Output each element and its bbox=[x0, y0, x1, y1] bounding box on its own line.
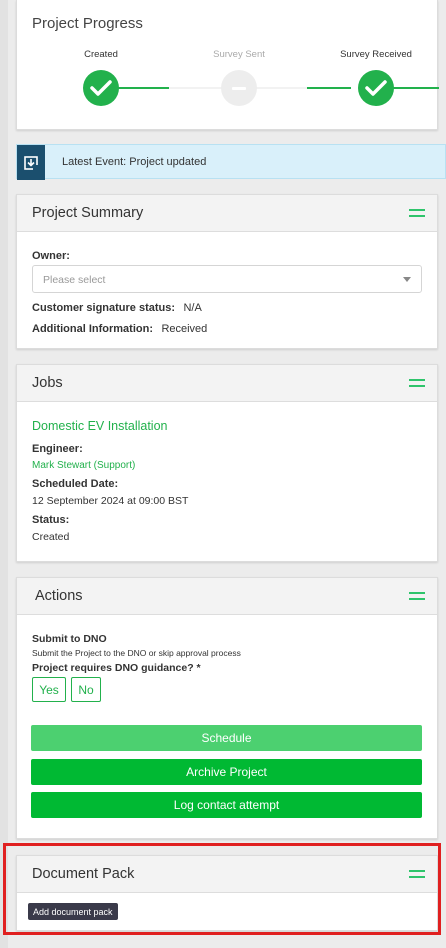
engineer-label: Engineer: bbox=[32, 443, 83, 455]
left-sidebar-strip bbox=[0, 0, 8, 948]
owner-select-placeholder: Please select bbox=[43, 274, 106, 286]
engineer-link[interactable]: Mark Stewart (Support) bbox=[32, 460, 135, 471]
add-document-pack-button[interactable]: Add document pack bbox=[28, 903, 118, 920]
step-label-survey-sent: Survey Sent bbox=[213, 49, 265, 60]
document-pack-panel: Document Pack Add document pack bbox=[16, 855, 438, 931]
collapse-icon[interactable] bbox=[409, 209, 425, 217]
additional-info-value: Received bbox=[161, 323, 208, 335]
dno-description: Submit the Project to the DNO or skip ap… bbox=[32, 648, 241, 658]
step-label-survey-received: Survey Received bbox=[340, 49, 412, 60]
step-created-circle bbox=[83, 70, 119, 106]
actions-header: Actions bbox=[17, 578, 437, 615]
log-contact-attempt-button[interactable]: Log contact attempt bbox=[31, 792, 422, 818]
minus-icon bbox=[232, 86, 246, 90]
archive-project-button[interactable]: Archive Project bbox=[31, 759, 422, 785]
signature-status-value: N/A bbox=[183, 302, 202, 314]
step-survey-received-circle bbox=[358, 70, 394, 106]
step-survey-sent-circle bbox=[221, 70, 257, 106]
dno-title: Submit to DNO bbox=[32, 633, 107, 645]
latest-event-bar: Latest Event: Project updated bbox=[16, 144, 446, 180]
latest-event-text: Latest Event: Project updated bbox=[62, 156, 207, 168]
project-summary-header: Project Summary bbox=[17, 195, 437, 232]
schedule-button[interactable]: Schedule bbox=[31, 725, 422, 751]
collapse-icon[interactable] bbox=[409, 379, 425, 387]
jobs-title: Jobs bbox=[32, 375, 63, 391]
progress-line bbox=[307, 87, 351, 89]
owner-label: Owner: bbox=[32, 250, 70, 262]
project-summary-panel: Project Summary Owner: Please select Cus… bbox=[16, 194, 438, 349]
additional-info-label: Additional Information: bbox=[32, 323, 153, 335]
status-label: Status: bbox=[32, 514, 70, 526]
scheduled-date-label: Scheduled Date: bbox=[32, 478, 119, 490]
document-pack-title: Document Pack bbox=[32, 866, 135, 882]
check-icon bbox=[90, 80, 112, 96]
document-pack-header: Document Pack bbox=[17, 856, 437, 893]
job-name-link[interactable]: Domestic EV Installation bbox=[32, 419, 167, 433]
owner-select[interactable]: Please select bbox=[32, 265, 422, 293]
progress-line bbox=[115, 87, 169, 89]
status-value: Created bbox=[32, 531, 70, 543]
dno-question: Project requires DNO guidance? * bbox=[32, 662, 201, 674]
step-label-created: Created bbox=[84, 49, 118, 60]
signature-status-row: Customer signature status: N/A bbox=[32, 298, 202, 316]
jobs-panel: Jobs Domestic EV Installation Engineer: … bbox=[16, 364, 438, 562]
yes-button[interactable]: Yes bbox=[32, 677, 66, 702]
project-summary-title: Project Summary bbox=[32, 205, 144, 221]
jobs-header: Jobs bbox=[17, 365, 437, 402]
scheduled-date-value: 12 September 2024 at 09:00 BST bbox=[32, 495, 189, 507]
check-icon bbox=[365, 80, 387, 96]
progress-title: Project Progress bbox=[32, 15, 143, 32]
signature-status-label: Customer signature status: bbox=[32, 302, 176, 314]
event-download-icon bbox=[17, 145, 45, 180]
project-progress-panel: Project Progress Created Survey Sent Sur… bbox=[16, 0, 439, 130]
collapse-icon[interactable] bbox=[409, 592, 425, 600]
actions-panel: Actions Submit to DNO Submit the Project… bbox=[16, 577, 438, 839]
actions-title: Actions bbox=[35, 588, 83, 604]
collapse-icon[interactable] bbox=[409, 870, 425, 878]
no-button[interactable]: No bbox=[71, 677, 101, 702]
chevron-down-icon bbox=[403, 277, 411, 282]
progress-line bbox=[393, 87, 439, 89]
additional-info-row: Additional Information: Received bbox=[32, 319, 207, 337]
